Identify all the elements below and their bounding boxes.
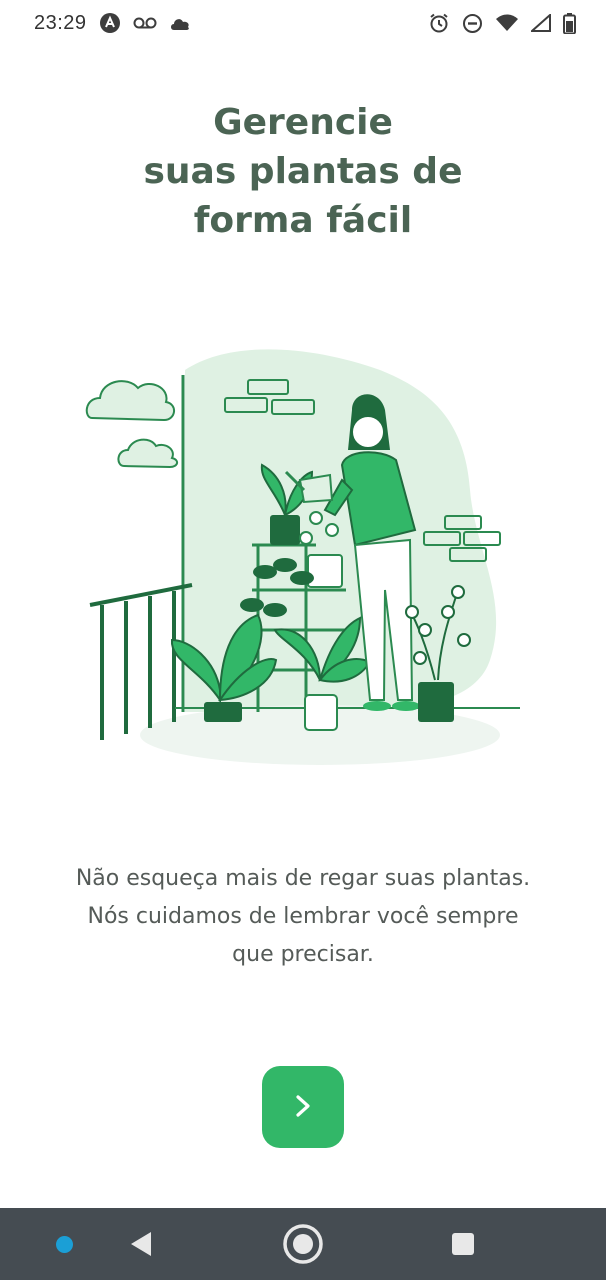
wifi-icon [495, 14, 519, 32]
title-line: Gerencie [213, 102, 393, 143]
voicemail-icon [133, 16, 157, 30]
description-line: que precisar. [232, 942, 374, 967]
description-line: Não esqueça mais de regar suas plantas. [75, 866, 531, 891]
notification-dot [56, 1236, 73, 1253]
description-line: Nós cuidamos de lembrar você sempre [87, 904, 519, 929]
alarm-icon [428, 12, 450, 34]
status-time: 23:29 [34, 11, 87, 34]
status-left: 23:29 [34, 12, 191, 35]
woman-watering-plants-illustration [80, 340, 530, 780]
cloud-icon [169, 15, 191, 31]
autofill-a-icon [99, 12, 121, 34]
signal-icon [531, 14, 551, 32]
title-line: forma fácil [193, 200, 413, 241]
battery-icon [563, 12, 576, 34]
chevron-right-icon [292, 1091, 314, 1124]
onboarding-description: Não esqueça mais de regar suas plantas. … [40, 860, 566, 974]
status-right [428, 12, 576, 34]
recent-apps-icon[interactable] [452, 1233, 474, 1255]
page-title: Gerencie suas plantas de forma fácil [0, 98, 606, 245]
do-not-disturb-icon [462, 13, 483, 34]
home-icon[interactable] [281, 1222, 325, 1270]
status-bar: 23:29 [0, 0, 606, 46]
next-button[interactable] [262, 1066, 344, 1148]
navigation-bar [0, 1208, 606, 1280]
title-line: suas plantas de [143, 151, 463, 192]
back-icon[interactable] [128, 1230, 154, 1262]
